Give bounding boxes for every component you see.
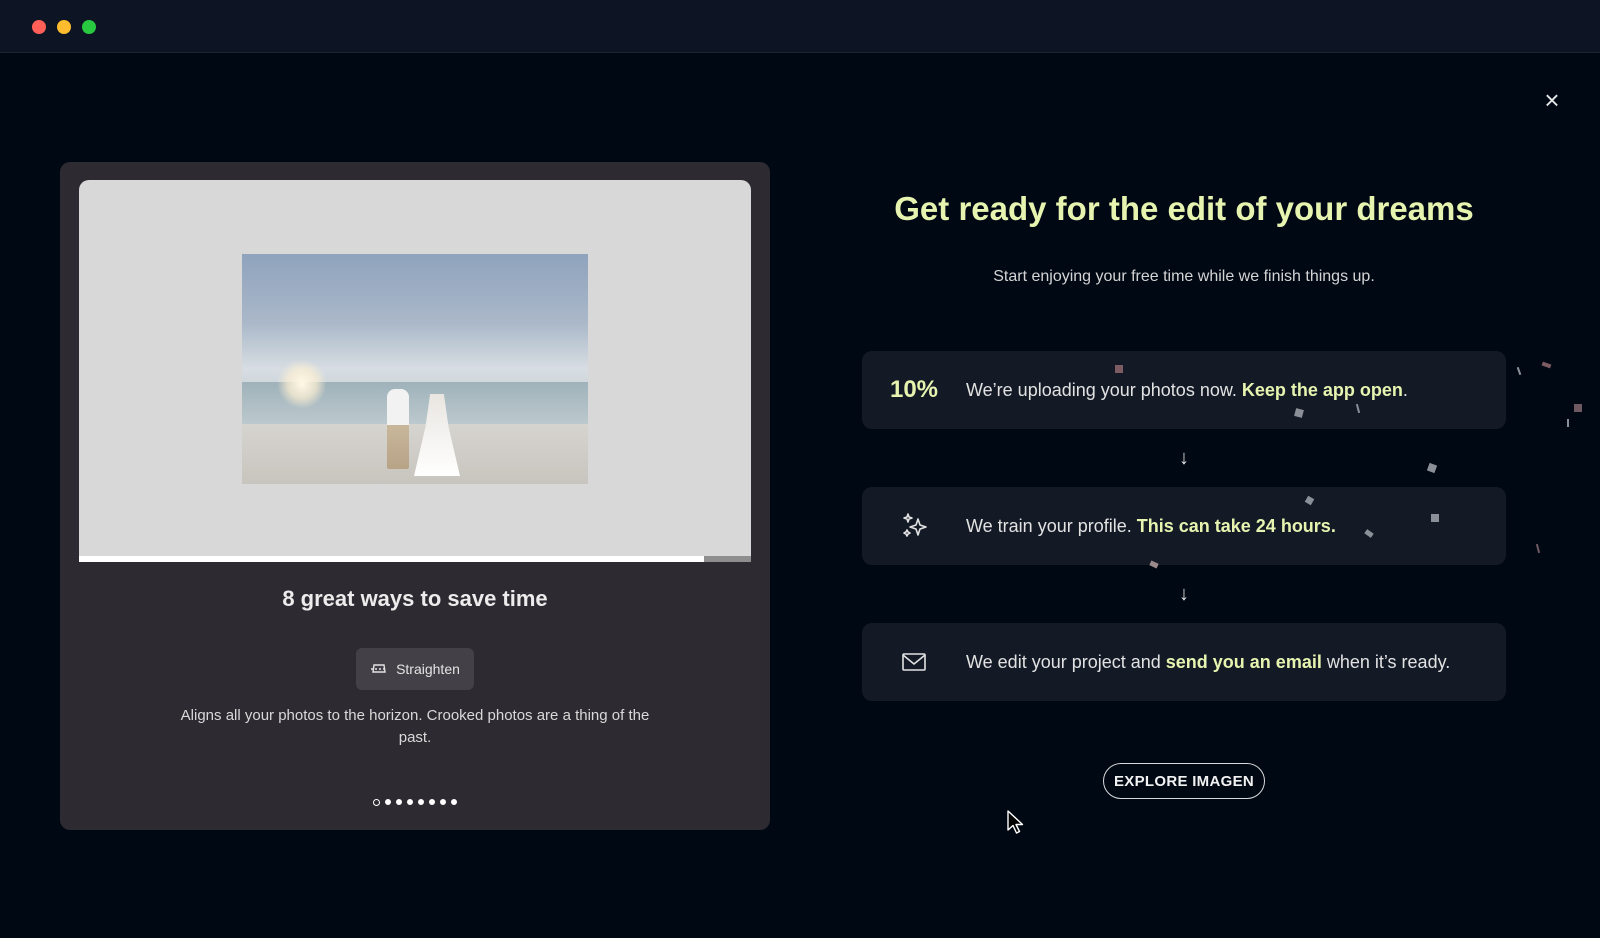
mail-icon	[862, 652, 966, 672]
pagination-dot[interactable]	[429, 799, 435, 805]
confetti-piece	[1574, 404, 1582, 412]
sparkles-icon	[862, 511, 966, 541]
window-titlebar	[0, 0, 1600, 53]
confetti-piece	[1541, 361, 1552, 369]
straighten-chip-label: Straighten	[396, 661, 460, 677]
explore-imagen-button[interactable]: EXPLORE IMAGEN	[1103, 763, 1265, 799]
step-email-text: We edit your project and send you an ema…	[966, 651, 1451, 672]
pagination-dot[interactable]	[396, 799, 402, 805]
step-upload-text: We’re uploading your photos now. Keep th…	[966, 379, 1408, 400]
page-headline: Get ready for the edit of your dreams	[894, 190, 1474, 227]
slide-description: Aligns all your photos to the horizon. C…	[180, 707, 650, 746]
step-train-text: We train your profile. This can take 24 …	[966, 515, 1336, 536]
beach-wedding-photo	[242, 254, 588, 484]
pagination-dot[interactable]	[407, 799, 413, 805]
step-arrow-1: ↓	[1179, 447, 1189, 469]
pagination-dot[interactable]	[385, 799, 391, 805]
pagination-dot[interactable]	[451, 799, 457, 805]
tips-slideshow-card: 8 great ways to save time Straighten Ali…	[60, 162, 770, 830]
confetti-piece	[1431, 514, 1439, 522]
confetti-piece	[1426, 462, 1438, 474]
window-close-dot[interactable]	[32, 20, 46, 34]
page-subheadline: Start enjoying your free time while we f…	[993, 268, 1375, 285]
slide-progress-fill	[79, 556, 704, 562]
step-train: We train your profile. This can take 24 …	[862, 487, 1506, 565]
slide-title: 8 great ways to save time	[282, 586, 548, 611]
window-minimize-dot[interactable]	[57, 20, 71, 34]
pagination-dot[interactable]	[373, 799, 380, 806]
mouse-cursor-icon	[1007, 810, 1024, 834]
straighten-icon	[371, 664, 388, 673]
confetti-piece	[1516, 366, 1522, 376]
pagination-dot[interactable]	[418, 799, 424, 805]
window-zoom-dot[interactable]	[82, 20, 96, 34]
close-icon[interactable]: ×	[1540, 87, 1564, 113]
step-arrow-2: ↓	[1179, 583, 1189, 605]
slide-preview	[79, 180, 751, 562]
confetti-piece	[1567, 419, 1569, 427]
pagination-dot[interactable]	[440, 799, 446, 805]
confetti-piece	[1115, 365, 1123, 373]
confetti-piece	[1535, 543, 1541, 554]
straighten-feature-chip[interactable]: Straighten	[356, 648, 474, 690]
step-upload: 10% We’re uploading your photos now. Kee…	[862, 351, 1506, 429]
upload-percentage: 10%	[889, 376, 939, 403]
slide-pagination	[60, 799, 770, 806]
slide-progress-bar	[79, 556, 751, 562]
step-email: We edit your project and send you an ema…	[862, 623, 1506, 701]
